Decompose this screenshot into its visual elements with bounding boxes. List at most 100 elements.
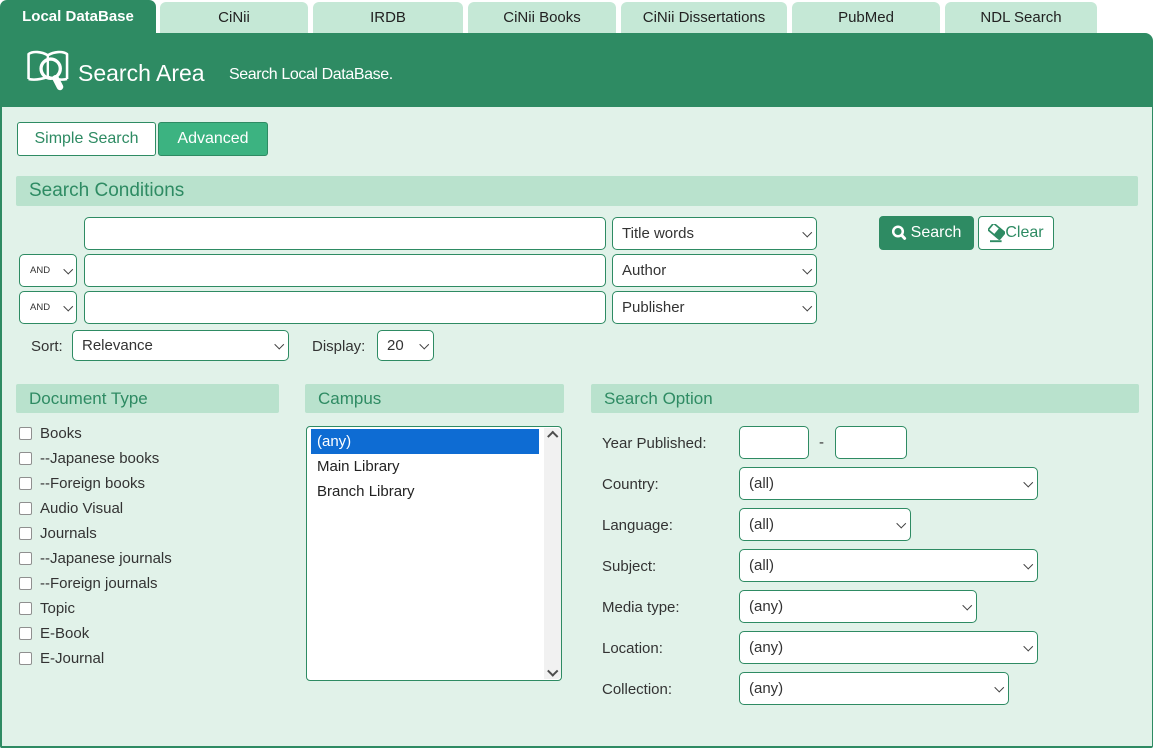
doctype-books[interactable]: Books xyxy=(19,421,82,446)
field-select-3[interactable]: Publisher xyxy=(613,292,816,323)
tab-label: CiNii xyxy=(218,9,250,26)
subject-label: Subject: xyxy=(602,558,656,575)
checkbox[interactable] xyxy=(19,427,32,440)
language-select[interactable]: (all) xyxy=(740,509,910,540)
operator-select-3[interactable]: AND xyxy=(20,292,76,323)
doctype-japanese-journals[interactable]: --Japanese journals xyxy=(19,546,172,571)
sort-select-box: Relevance xyxy=(72,330,289,361)
book-magnifier-icon xyxy=(26,48,69,91)
field-select-2-box: Author xyxy=(612,254,817,287)
field-select-3-box: Publisher xyxy=(612,291,817,324)
page-subtitle: Search Local DataBase. xyxy=(229,67,393,83)
subject-select[interactable]: (all) xyxy=(740,550,1037,581)
simple-search-button[interactable]: Simple Search xyxy=(17,122,156,156)
display-label: Display: xyxy=(312,338,365,355)
media-type-select[interactable]: (any) xyxy=(740,591,976,622)
search-option-bar: Search Option xyxy=(591,384,1139,413)
search-icon xyxy=(892,225,907,241)
checkbox[interactable] xyxy=(19,602,32,615)
database-tabbar: Local DataBase CiNii IRDB CiNii Books Ci… xyxy=(0,0,1155,33)
checkbox[interactable] xyxy=(19,527,32,540)
operator-select-2[interactable]: AND xyxy=(20,255,76,286)
country-select[interactable]: (all) xyxy=(740,468,1037,499)
year-range-separator: - xyxy=(819,434,824,451)
collection-select[interactable]: (any) xyxy=(740,673,1008,704)
tab-cinii-books[interactable]: CiNii Books xyxy=(468,2,616,33)
tab-local-database[interactable]: Local DataBase xyxy=(0,0,156,33)
media-type-label: Media type: xyxy=(602,599,680,616)
search-panel: Simple Search Advanced Search Conditions… xyxy=(0,107,1153,748)
subject-select-box: (all) xyxy=(739,549,1038,582)
doctype-label: Topic xyxy=(40,600,75,617)
doctype-foreign-books[interactable]: --Foreign books xyxy=(19,471,145,496)
doctype-label: E-Book xyxy=(40,625,89,642)
search-term-input-3[interactable] xyxy=(84,291,606,324)
doctype-label: Books xyxy=(40,425,82,442)
doctype-foreign-journals[interactable]: --Foreign journals xyxy=(19,571,158,596)
search-button[interactable]: Search xyxy=(879,216,974,250)
tab-ndl-search[interactable]: NDL Search xyxy=(945,2,1097,33)
search-area-header: Search Area Search Local DataBase. xyxy=(0,33,1153,107)
year-from-input[interactable] xyxy=(739,426,809,459)
eraser-icon xyxy=(988,224,1005,243)
tab-label: NDL Search xyxy=(980,9,1061,26)
field-select-2[interactable]: Author xyxy=(613,255,816,286)
tab-label: PubMed xyxy=(838,9,894,26)
checkbox[interactable] xyxy=(19,652,32,665)
tab-cinii-dissertations[interactable]: CiNii Dissertations xyxy=(621,2,787,33)
display-select[interactable]: 20 xyxy=(378,331,433,360)
tab-pubmed[interactable]: PubMed xyxy=(792,2,940,33)
search-term-input-1[interactable] xyxy=(84,217,606,250)
doctype-topic[interactable]: Topic xyxy=(19,596,75,621)
campus-listbox[interactable]: (any) Main Library Branch Library xyxy=(306,426,562,681)
tab-label: IRDB xyxy=(370,9,406,26)
doctype-label: Audio Visual xyxy=(40,500,123,517)
year-to-input[interactable] xyxy=(835,426,907,459)
media-type-select-box: (any) xyxy=(739,590,977,623)
checkbox[interactable] xyxy=(19,627,32,640)
search-conditions-title: Search Conditions xyxy=(29,180,184,202)
doctype-label: --Foreign books xyxy=(40,475,145,492)
clear-button[interactable]: Clear xyxy=(978,216,1054,250)
field-select-1-box: Title words xyxy=(612,217,817,250)
document-type-title: Document Type xyxy=(29,389,148,409)
doctype-label: Journals xyxy=(40,525,97,542)
checkbox[interactable] xyxy=(19,502,32,515)
document-type-bar: Document Type xyxy=(16,384,279,413)
doctype-e-journal[interactable]: E-Journal xyxy=(19,646,104,671)
advanced-button[interactable]: Advanced xyxy=(158,122,268,156)
tab-cinii[interactable]: CiNii xyxy=(160,2,308,33)
doctype-label: --Japanese books xyxy=(40,450,159,467)
campus-scrollbar[interactable] xyxy=(544,428,561,679)
campus-title: Campus xyxy=(318,389,381,409)
collection-select-box: (any) xyxy=(739,672,1009,705)
search-term-input-2[interactable] xyxy=(84,254,606,287)
language-label: Language: xyxy=(602,517,673,534)
location-select-box: (any) xyxy=(739,631,1038,664)
year-published-label: Year Published: xyxy=(602,435,707,452)
doctype-label: E-Journal xyxy=(40,650,104,667)
doctype-label: --Foreign journals xyxy=(40,575,158,592)
collection-label: Collection: xyxy=(602,681,672,698)
tab-label: CiNii Books xyxy=(503,9,581,26)
doctype-journals[interactable]: Journals xyxy=(19,521,97,546)
checkbox[interactable] xyxy=(19,552,32,565)
scroll-down-icon[interactable] xyxy=(547,665,558,676)
location-select[interactable]: (any) xyxy=(740,632,1037,663)
doctype-japanese-books[interactable]: --Japanese books xyxy=(19,446,159,471)
checkbox[interactable] xyxy=(19,577,32,590)
checkbox[interactable] xyxy=(19,452,32,465)
scroll-up-icon[interactable] xyxy=(547,431,558,442)
sort-select[interactable]: Relevance xyxy=(73,331,288,360)
checkbox[interactable] xyxy=(19,477,32,490)
search-option-title: Search Option xyxy=(604,389,713,409)
tab-irdb[interactable]: IRDB xyxy=(313,2,463,33)
campus-option-branch-library[interactable]: Branch Library xyxy=(311,479,539,504)
advanced-label: Advanced xyxy=(177,130,248,148)
doctype-audio-visual[interactable]: Audio Visual xyxy=(19,496,123,521)
field-select-1[interactable]: Title words xyxy=(613,218,816,249)
doctype-e-book[interactable]: E-Book xyxy=(19,621,89,646)
campus-option-main-library[interactable]: Main Library xyxy=(311,454,539,479)
campus-option-any[interactable]: (any) xyxy=(311,429,539,454)
simple-search-label: Simple Search xyxy=(34,130,138,148)
